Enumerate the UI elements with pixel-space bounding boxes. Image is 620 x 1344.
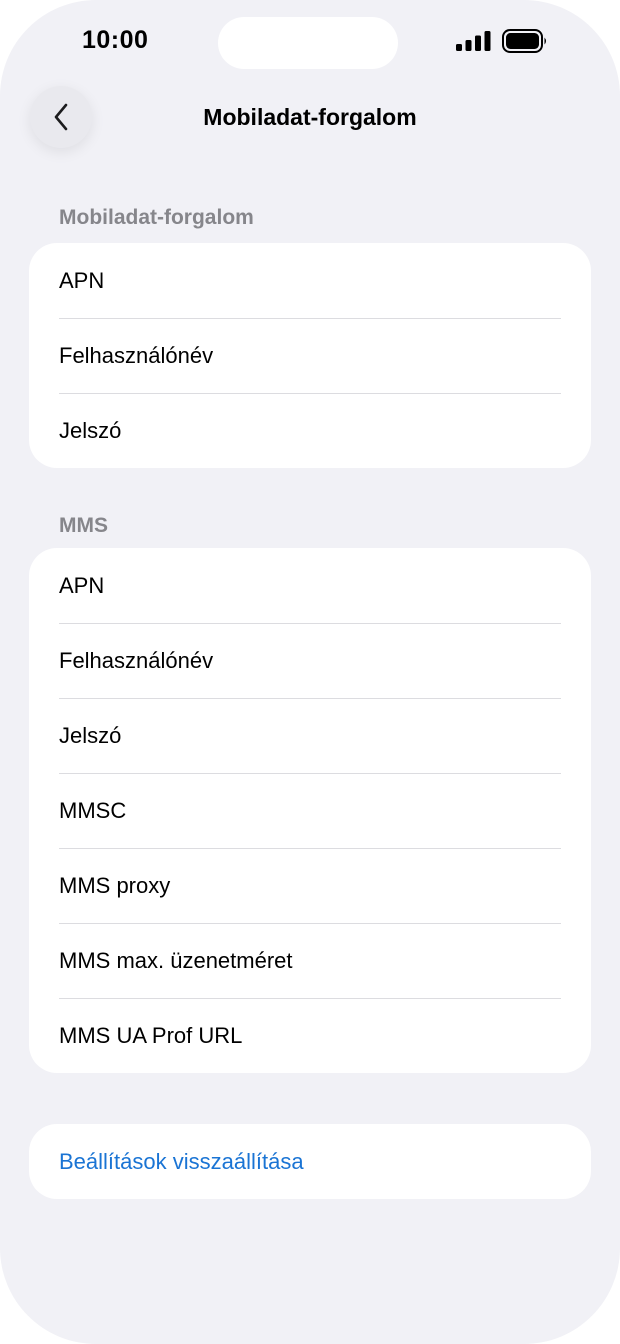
status-bar: 10:00 [0, 0, 620, 84]
dynamic-island [218, 17, 398, 69]
page-title: Mobiladat-forgalom [203, 104, 417, 130]
section-header-mobile-data: Mobiladat-forgalom [59, 206, 254, 229]
section-header-mms: MMS [59, 514, 108, 537]
row-mms-password[interactable]: Jelszó [29, 698, 591, 773]
row-mms-ua-prof-url[interactable]: MMS UA Prof URL [29, 998, 591, 1073]
navigation-bar: Mobiladat-forgalom [0, 84, 620, 152]
cellular-signal-icon [456, 31, 491, 51]
battery-icon [502, 29, 546, 53]
mobile-data-group: APN Felhasználónév Jelszó [29, 243, 591, 468]
row-mobile-username[interactable]: Felhasználónév [29, 318, 591, 393]
mms-group: APN Felhasználónév Jelszó MMSC MMS proxy… [29, 548, 591, 1073]
row-mobile-password[interactable]: Jelszó [29, 393, 591, 468]
row-mmsc[interactable]: MMSC [29, 773, 591, 848]
reset-group: Beállítások visszaállítása [29, 1124, 591, 1199]
reset-settings-button[interactable]: Beállítások visszaállítása [29, 1124, 591, 1199]
row-mms-max-message-size[interactable]: MMS max. üzenetméret [29, 923, 591, 998]
status-time: 10:00 [82, 26, 149, 54]
row-mms-username[interactable]: Felhasználónév [29, 623, 591, 698]
row-mms-apn[interactable]: APN [29, 548, 591, 623]
phone-screen: 10:00 Mobiladat-forgalom Mobiladat-forga… [0, 0, 620, 1344]
row-mobile-apn[interactable]: APN [29, 243, 591, 318]
row-mms-proxy[interactable]: MMS proxy [29, 848, 591, 923]
